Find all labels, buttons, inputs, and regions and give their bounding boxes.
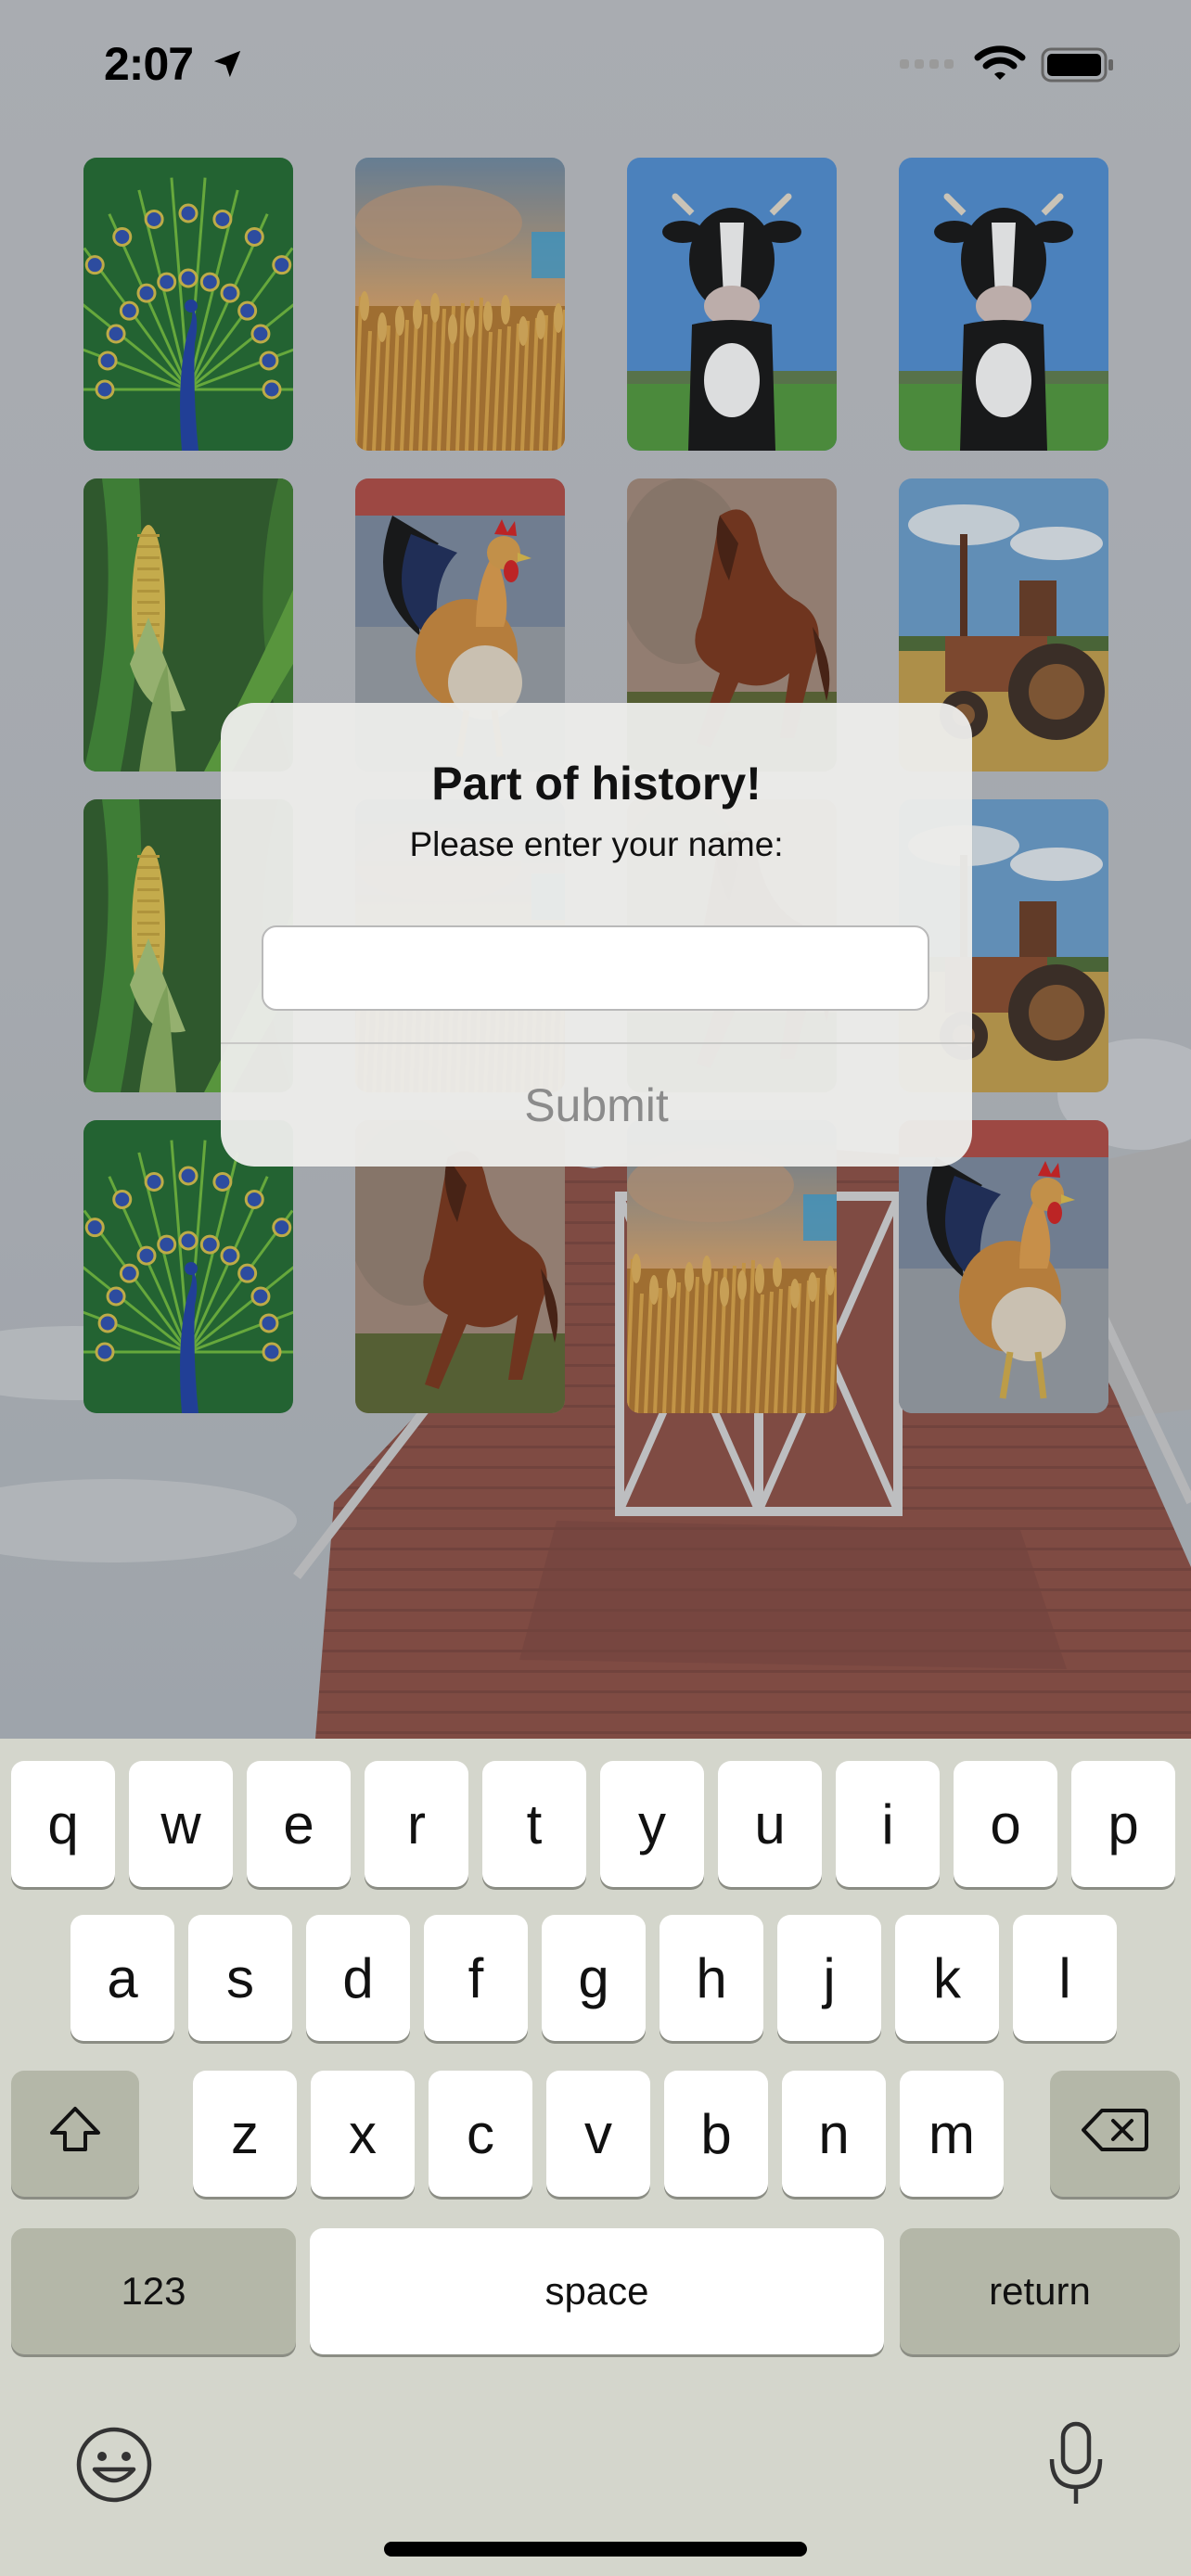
key-label: p [1108,1792,1139,1855]
key-label: b [700,2102,732,2165]
key-k[interactable]: k [895,1915,999,2041]
key-label: r [407,1792,426,1855]
wifi-icon [974,45,1026,86]
delete-icon [1082,2102,1148,2166]
alert-title: Part of history! [431,758,762,810]
key-label: f [467,1946,484,2009]
key-s[interactable]: s [188,1915,292,2041]
key-label: g [578,1946,609,2009]
key-w[interactable]: w [129,1761,233,1887]
key-y[interactable]: y [600,1761,704,1887]
status-bar: 2:07 [0,0,1191,130]
shift-icon [48,2102,102,2166]
key-label: w [160,1792,201,1855]
key-g[interactable]: g [542,1915,646,2041]
delete-key[interactable] [1050,2071,1180,2197]
battery-icon [1041,46,1115,88]
key-label: i [881,1792,894,1855]
key-v[interactable]: v [546,2071,650,2197]
status-time: 2:07 [104,38,194,90]
key-z[interactable]: z [193,2071,297,2197]
key-d[interactable]: d [306,1915,410,2041]
key-label: c [467,2102,494,2165]
key-label: d [342,1946,374,2009]
key-label: e [283,1792,314,1855]
key-o[interactable]: o [954,1761,1057,1887]
key-label: x [349,2102,377,2165]
emoji-icon[interactable] [74,2425,154,2509]
key-t[interactable]: t [482,1761,586,1887]
key-label: m [928,2102,975,2165]
card-cow[interactable] [899,158,1108,451]
card-wheat[interactable] [355,158,565,451]
key-h[interactable]: h [660,1915,763,2041]
cellular-signal-icon [900,56,957,75]
key-m[interactable]: m [900,2071,1004,2197]
location-arrow-icon [211,48,243,84]
key-label: q [47,1792,79,1855]
numbers-key[interactable]: 123 [11,2228,296,2354]
space-key-label: space [544,2269,649,2313]
alert-message: Please enter your name: [409,825,784,863]
key-x[interactable]: x [311,2071,415,2197]
key-label: y [638,1792,666,1855]
submit-button[interactable]: Submit [221,1044,972,1167]
key-u[interactable]: u [718,1761,822,1887]
key-label: z [231,2102,259,2165]
key-i[interactable]: i [836,1761,940,1887]
card-peacock[interactable] [83,158,293,451]
key-label: a [107,1946,138,2009]
key-q[interactable]: q [11,1761,115,1887]
key-n[interactable]: n [782,2071,886,2197]
key-r[interactable]: r [365,1761,468,1887]
key-label: o [990,1792,1021,1855]
key-p[interactable]: p [1071,1761,1175,1887]
keyboard: q w e r t y u i o p a s d f g h j k l z x c v b n m 123 space r… [0,1739,1191,2576]
return-key[interactable]: return [900,2228,1180,2354]
name-input[interactable] [262,925,929,1011]
name-entry-alert: Part of history! Please enter your name:… [221,703,972,1167]
key-l[interactable]: l [1013,1915,1117,2041]
card-cow[interactable] [627,158,837,451]
key-label: h [696,1946,727,2009]
key-label: v [584,2102,612,2165]
key-b[interactable]: b [664,2071,768,2197]
microphone-icon[interactable] [1046,2420,1106,2514]
shift-key[interactable] [11,2071,139,2197]
key-label: k [933,1946,961,2009]
key-j[interactable]: j [777,1915,881,2041]
key-c[interactable]: c [429,2071,532,2197]
home-indicator [384,2542,807,2557]
return-key-label: return [989,2269,1091,2313]
numbers-key-label: 123 [121,2269,186,2313]
key-label: l [1058,1946,1071,2009]
space-key[interactable]: space [310,2228,884,2354]
key-label: u [754,1792,786,1855]
key-label: s [226,1946,254,2009]
key-f[interactable]: f [424,1915,528,2041]
key-label: j [823,1946,836,2009]
key-label: t [526,1792,543,1855]
key-label: n [818,2102,850,2165]
key-a[interactable]: a [70,1915,174,2041]
key-e[interactable]: e [247,1761,351,1887]
